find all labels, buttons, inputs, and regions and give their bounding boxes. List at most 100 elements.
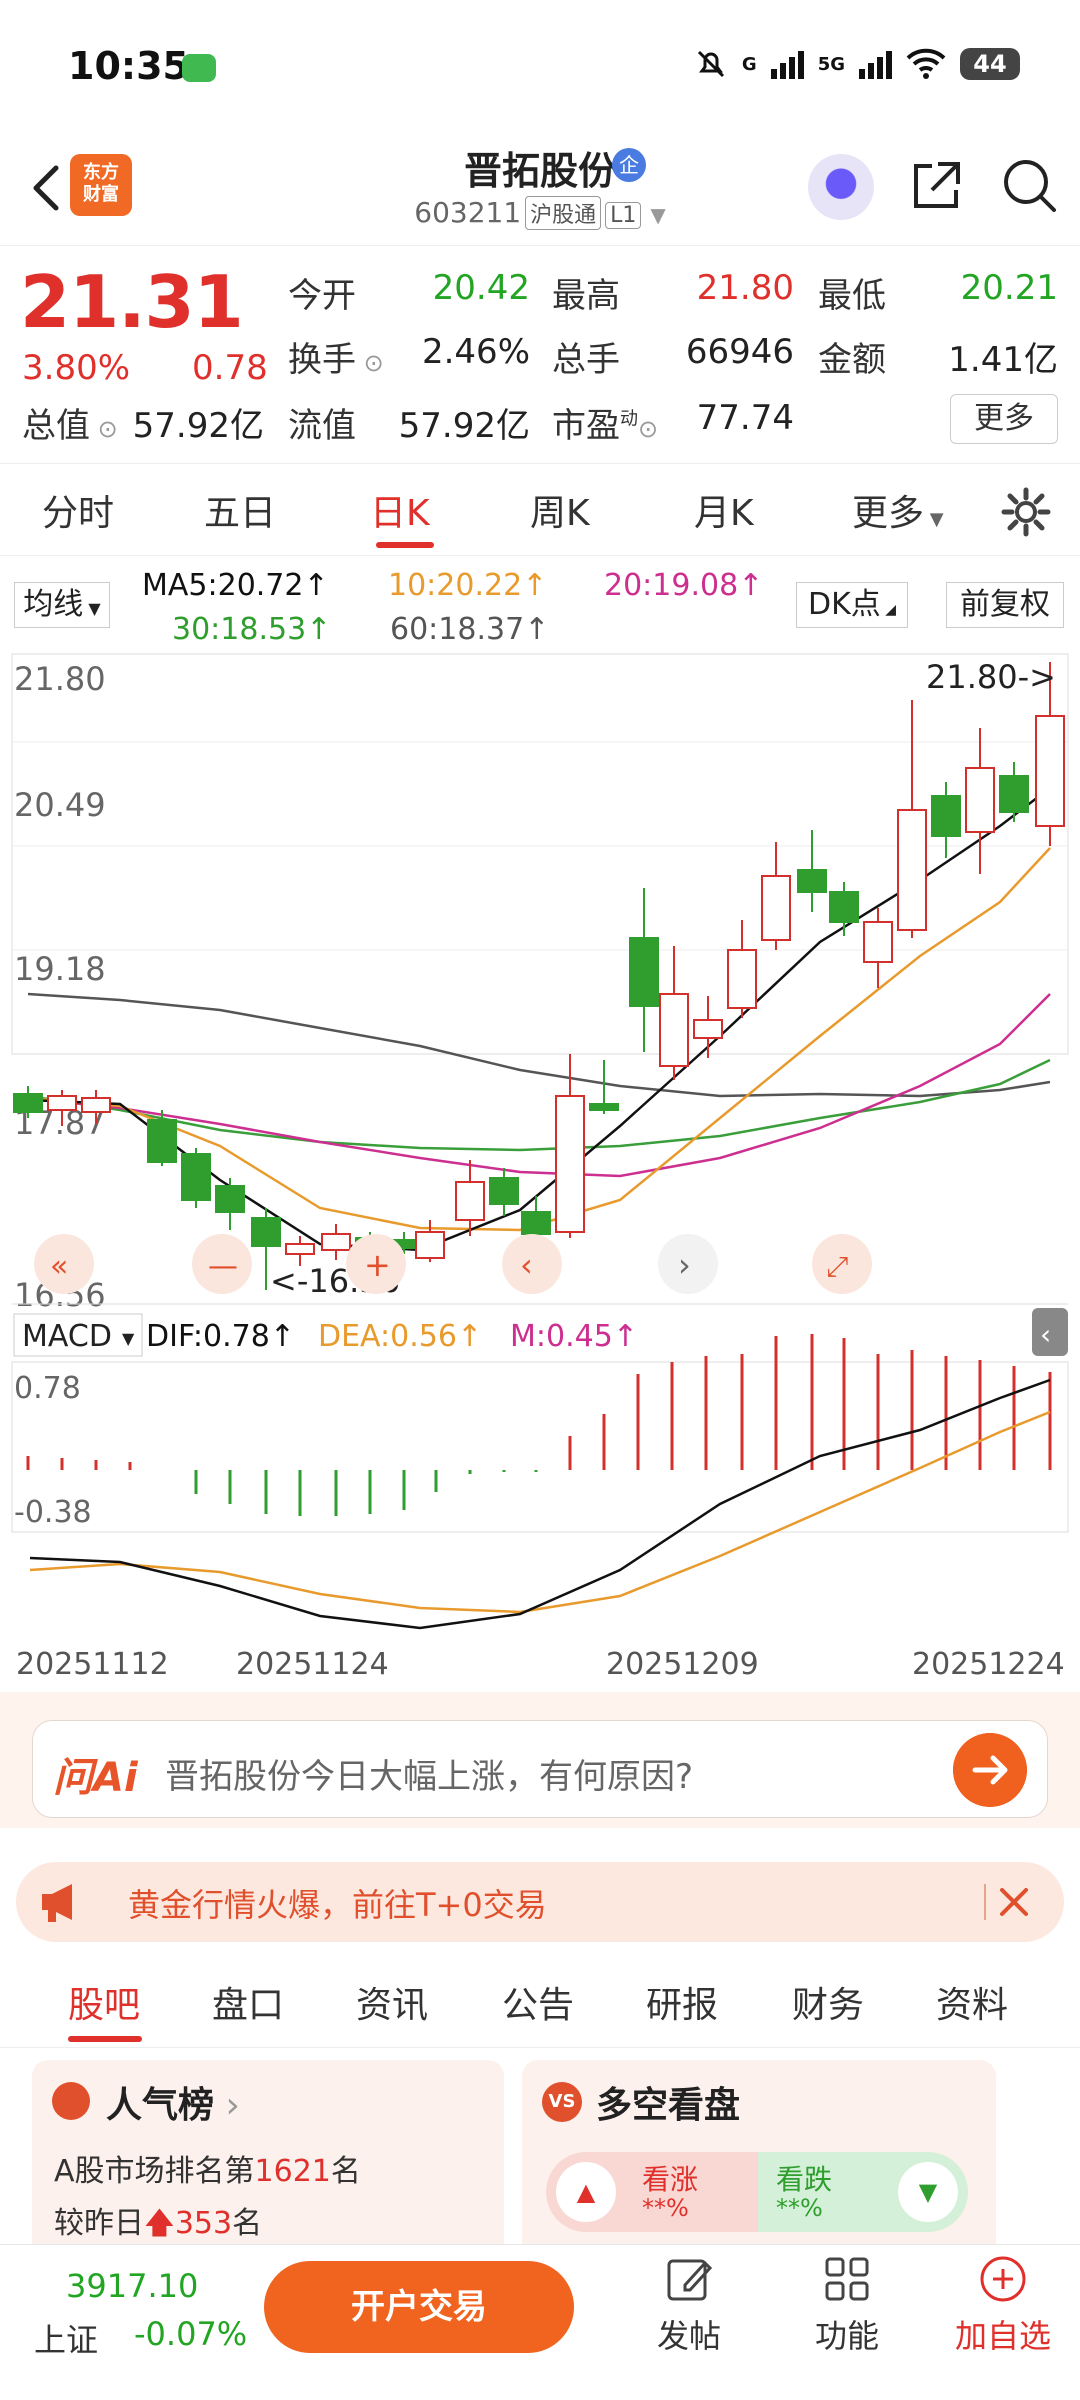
- low-value: 20.21: [960, 268, 1058, 308]
- network-label: 5G: [817, 53, 845, 75]
- promo-banner[interactable]: 黄金行情火爆，前往T+0交易: [16, 1862, 1064, 1942]
- macd-axis-label: -0.38: [14, 1495, 92, 1530]
- post-label: 发帖: [656, 2317, 721, 2355]
- adjust-button[interactable]: 前复权: [946, 582, 1064, 628]
- close-icon[interactable]: [992, 1880, 1036, 1924]
- amount-value: 1.41亿: [948, 340, 1058, 380]
- tab-more[interactable]: 更多 ▼: [852, 484, 944, 536]
- tab-announcements[interactable]: 公告: [502, 1976, 574, 2028]
- popularity-title: 人气榜 ›: [106, 2085, 240, 2126]
- candle-body: [251, 1217, 281, 1247]
- tab-financials[interactable]: 财务: [792, 1976, 864, 2028]
- index-name: 上证: [34, 2321, 99, 2359]
- megaphone-icon: [42, 1884, 72, 1922]
- bear-button[interactable]: 看跌 **% ▼: [758, 2152, 968, 2232]
- bottom-nav: 3917.10 上证 -0.07% 开户交易 发帖 功能 加自选: [0, 2244, 1080, 2400]
- candle-body: [999, 775, 1029, 813]
- amount-label: 金额: [818, 340, 886, 380]
- search-icon[interactable]: [998, 154, 1060, 216]
- tab-profile[interactable]: 资料: [936, 1976, 1008, 2028]
- bull-bear-card[interactable]: VS 多空看盘 ▲ 看涨 **% 看跌 **% ▼: [522, 2060, 996, 2260]
- ma-select[interactable]: 均线 ▼: [14, 582, 110, 628]
- ma10-label: 10:20.22↑: [388, 568, 548, 603]
- bull-button[interactable]: ▲ 看涨 **%: [546, 2152, 758, 2232]
- battery-icon: 44: [960, 48, 1020, 80]
- ai-section: 问Ai 晋拓股份今日大幅上涨，有何原因?: [0, 1692, 1080, 1828]
- tab-news[interactable]: 资讯: [356, 1976, 428, 2028]
- scroll-right-icon[interactable]: ›: [658, 1234, 718, 1294]
- scroll-left-icon[interactable]: ‹: [502, 1234, 562, 1294]
- tab-daily-k[interactable]: 日K: [370, 484, 430, 536]
- tab-forum[interactable]: 股吧: [68, 1976, 140, 2028]
- candle-body: [589, 1103, 619, 1111]
- candle-body: [555, 1095, 585, 1233]
- promo-separator: [984, 1884, 986, 1920]
- index-value: 3917.10: [66, 2267, 199, 2305]
- candle-body: [321, 1233, 351, 1251]
- kline-chart[interactable]: 21.80 20.49 19.18 17.87 16.56 21.80-> <-…: [0, 650, 1080, 1690]
- plus-circle-icon: [980, 2256, 1026, 2302]
- tab-weekly-k[interactable]: 周K: [530, 484, 590, 536]
- collapse-panel-icon[interactable]: ‹: [1032, 1308, 1068, 1356]
- more-quote-button[interactable]: 更多: [950, 394, 1058, 444]
- add-watchlist-button[interactable]: 加自选: [938, 2253, 1068, 2357]
- enterprise-badge: 企: [612, 148, 646, 182]
- turnover-value: 2.46%: [421, 332, 530, 372]
- macd-select-label: MACD: [22, 1319, 112, 1354]
- ai-question-bar[interactable]: 问Ai 晋拓股份今日大幅上涨，有何原因?: [32, 1720, 1048, 1818]
- ai-prompt: 晋拓股份今日大幅上涨，有何原因?: [165, 1757, 694, 1797]
- fullscreen-icon[interactable]: ⤢: [812, 1234, 872, 1294]
- tab-research[interactable]: 研报: [646, 1976, 718, 2028]
- market-rank: A股市场排名第1621名: [54, 2154, 361, 2189]
- pe-label[interactable]: 市盈动⊙: [552, 398, 658, 447]
- ai-robot-icon[interactable]: [808, 154, 874, 220]
- dea-label: DEA:0.56↑: [318, 1319, 482, 1354]
- candles: [13, 662, 1065, 1290]
- price-axis-label: 21.80: [14, 660, 106, 698]
- tab-five-day[interactable]: 五日: [204, 484, 276, 536]
- svg-text:‹: ‹: [520, 1246, 533, 1284]
- ma60-label: 60:18.37↑: [390, 612, 550, 647]
- float-value: 57.92亿: [398, 406, 530, 446]
- high-value: 21.80: [696, 268, 794, 308]
- turnover-label[interactable]: 换手 ⊙: [288, 332, 384, 381]
- functions-button[interactable]: 功能: [782, 2253, 912, 2357]
- high-marker: 21.80->: [926, 658, 1056, 696]
- volume-value: 66946: [685, 332, 794, 372]
- date-label: 20251124: [236, 1647, 389, 1682]
- arrow-right-icon[interactable]: [953, 1733, 1027, 1807]
- ranking-icon: [52, 2082, 90, 2120]
- open-account-button[interactable]: 开户交易: [264, 2261, 574, 2353]
- low-label: 最低: [818, 276, 886, 316]
- candle-body: [931, 795, 961, 837]
- post-button[interactable]: 发帖: [624, 2253, 754, 2357]
- mktcap-label[interactable]: 总值 ⊙: [22, 398, 118, 447]
- candle-body: [863, 921, 893, 963]
- scroll-left-fast-icon[interactable]: «: [34, 1234, 94, 1294]
- candle-body: [455, 1181, 485, 1221]
- wifi-icon: [906, 48, 946, 79]
- current-price: 21.31: [20, 260, 244, 344]
- share-icon[interactable]: [906, 156, 966, 216]
- zoom-in-icon[interactable]: +: [346, 1234, 406, 1294]
- active-tab-underline: [68, 2036, 142, 2042]
- tab-monthly-k[interactable]: 月K: [694, 484, 754, 536]
- candle-body: [147, 1119, 177, 1163]
- candle-body: [727, 949, 757, 1009]
- high-label: 最高: [552, 276, 620, 316]
- price-axis-label: 20.49: [14, 786, 106, 824]
- change-amount: 0.78: [192, 348, 268, 388]
- zoom-out-icon[interactable]: —: [192, 1234, 252, 1294]
- popularity-card[interactable]: 人气榜 › A股市场排名第1621名 较昨日🡅353名: [32, 2060, 504, 2260]
- tab-orderbook[interactable]: 盘口: [212, 1976, 284, 2028]
- index-quote[interactable]: 3917.10 上证 -0.07%: [0, 2245, 250, 2400]
- open-label: 今开: [288, 276, 356, 316]
- m-label: M:0.45↑: [510, 1319, 638, 1354]
- tab-intraday[interactable]: 分时: [42, 484, 114, 536]
- bull-value: **%: [642, 2194, 689, 2222]
- candle-body: [181, 1153, 211, 1201]
- gear-icon[interactable]: [1000, 486, 1052, 538]
- dk-point-button[interactable]: DK点 ◢: [796, 582, 908, 628]
- ma30-label: 30:18.53↑: [172, 612, 332, 647]
- candle-body: [47, 1095, 77, 1111]
